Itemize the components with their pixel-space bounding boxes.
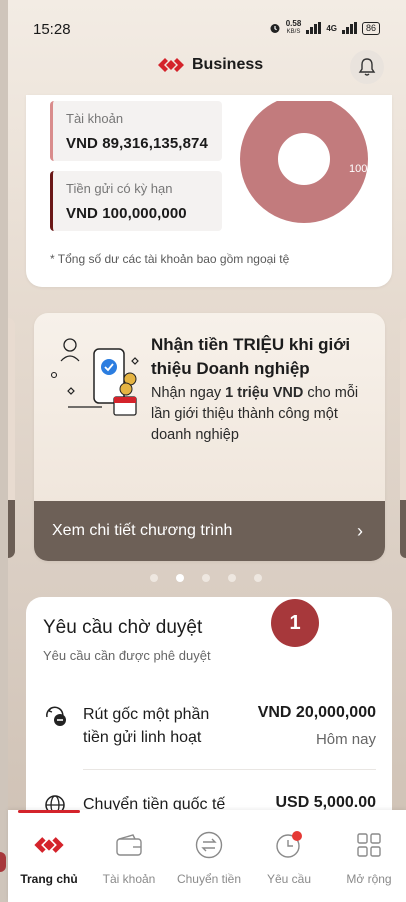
balance-card: Tài khoản VND 89,316,135,874 Tiền gửi có… <box>26 95 392 287</box>
balance-donut-chart: 100% <box>240 101 370 223</box>
home-logo-icon <box>34 837 64 853</box>
promo-cta-label: Xem chi tiết chương trình <box>52 522 233 539</box>
grid-icon <box>357 833 381 857</box>
nav-item-home[interactable]: Trang chủ <box>10 830 88 886</box>
network-speed-value: 0.58 <box>285 19 302 28</box>
pending-title: Yêu cầu chờ duyệt <box>43 617 203 638</box>
nav-label: Yêu cầu <box>266 872 312 886</box>
carousel-dot[interactable] <box>150 574 158 582</box>
donut-slice <box>240 101 368 223</box>
promo-desc-highlight: 1 triệu VND <box>225 385 304 401</box>
left-edge-marker <box>0 852 6 872</box>
promo-cta-button[interactable]: Xem chi tiết chương trình › <box>34 501 385 561</box>
brand: Business <box>158 56 263 74</box>
brand-name: Business <box>192 56 264 73</box>
request-amount: VND 20,000,000 <box>257 704 376 721</box>
request-date: Hôm nay <box>315 731 376 748</box>
nav-item-transfer[interactable]: Chuyển tiền <box>170 830 248 886</box>
chevron-right-icon: › <box>357 520 363 541</box>
network-speed-unit: KB/S <box>286 29 301 35</box>
carousel-prev-card-footer <box>8 500 15 558</box>
promo-description: Nhận ngay 1 triệu VND cho mỗi lần giới t… <box>151 383 367 446</box>
status-icons: 0.58 KB/S 4G 86 <box>269 20 380 36</box>
carousel-dot[interactable] <box>254 574 262 582</box>
nav-label: Trang chủ <box>20 872 78 886</box>
signal-icon <box>306 22 322 34</box>
account-label: Tài khoản <box>66 111 124 126</box>
nav-active-indicator <box>18 810 80 813</box>
brand-logo-icon <box>158 58 184 72</box>
transfer-icon <box>195 831 223 859</box>
balance-note: * Tổng số dư các tài khoản bao gồm ngoại… <box>50 252 290 266</box>
nav-label: Mở rộng <box>346 872 392 886</box>
row-divider <box>83 769 376 770</box>
status-bar: 15:28 0.58 KB/S 4G 86 <box>8 0 406 44</box>
promo-card[interactable]: Nhận tiền TRIỆU khi giới thiệu Doanh ngh… <box>34 313 385 561</box>
wallet-icon <box>116 834 142 856</box>
battery-level: 86 <box>365 22 376 33</box>
app-header: Business <box>8 44 406 94</box>
account-balance-box[interactable]: Tài khoản VND 89,316,135,874 <box>50 101 222 161</box>
nav-label: Tài khoản <box>102 872 156 886</box>
network-type: 4G <box>326 23 337 33</box>
pending-count-badge: 1 <box>271 599 319 647</box>
carousel-dot[interactable] <box>202 574 210 582</box>
referral-illustration-icon <box>50 338 139 416</box>
term-deposit-label: Tiền gửi có kỳ hạn <box>66 181 173 196</box>
carousel-next-card-footer <box>400 500 406 558</box>
status-time: 15:28 <box>33 21 71 38</box>
network-speed: 0.58 KB/S <box>286 20 302 36</box>
term-deposit-box[interactable]: Tiền gửi có kỳ hạn VND 100,000,000 <box>50 171 222 231</box>
request-row[interactable]: Rút gốc một phần tiền gửi linh hoạt VND … <box>26 697 392 777</box>
term-deposit-value: VND 100,000,000 <box>66 205 187 222</box>
nav-item-accounts[interactable]: Tài khoản <box>90 830 168 886</box>
carousel-dots <box>150 574 262 582</box>
request-name: Rút gốc một phần tiền gửi linh hoạt <box>83 706 210 746</box>
carousel-dot[interactable] <box>228 574 236 582</box>
battery-icon: 86 <box>361 21 380 35</box>
deposit-withdraw-icon <box>46 706 66 726</box>
nav-label: Chuyển tiền <box>176 872 242 886</box>
promo-title: Nhận tiền TRIỆU khi giới thiệu Doanh ngh… <box>151 335 351 378</box>
bottom-nav: Trang chủ Tài khoản Chuyển tiền Yêu cầu … <box>8 810 406 902</box>
pending-subtitle: Yêu cầu cần được phê duyệt <box>43 648 211 663</box>
nav-item-requests[interactable]: Yêu cầu <box>250 830 328 886</box>
nav-item-more[interactable]: Mở rộng <box>330 830 406 886</box>
carousel-dot-active[interactable] <box>176 574 184 582</box>
account-value: VND 89,316,135,874 <box>66 135 208 152</box>
notification-button[interactable] <box>350 50 384 84</box>
app-screen: 15:28 0.58 KB/S 4G 86 Business Tài khoản… <box>0 0 406 902</box>
left-frame-edge <box>0 0 8 902</box>
request-clock-icon <box>276 831 302 858</box>
promo-desc-prefix: Nhận ngay <box>151 385 226 401</box>
alarm-icon <box>270 24 280 33</box>
bell-icon <box>358 58 376 76</box>
donut-percent-label: 100% <box>349 163 370 175</box>
signal-icon-2 <box>341 22 357 34</box>
